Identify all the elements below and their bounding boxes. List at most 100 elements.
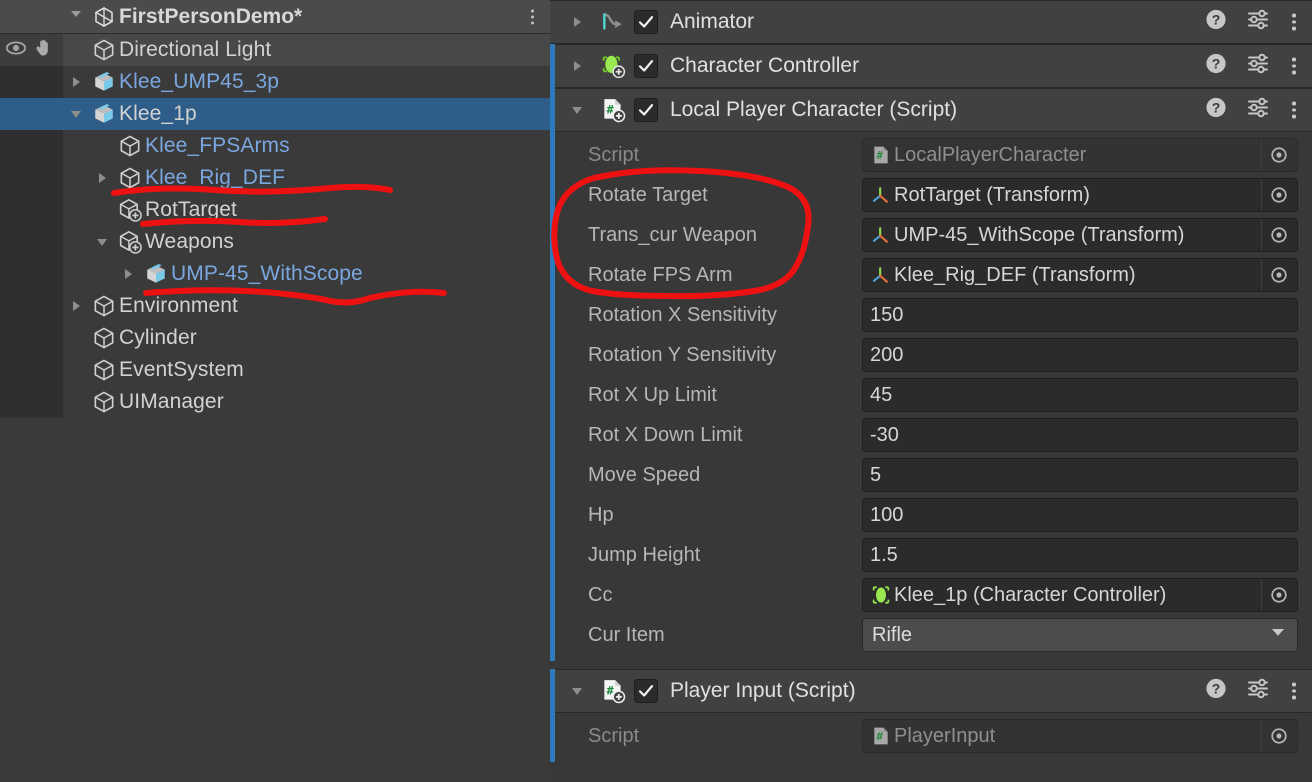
chevron-down-icon[interactable] — [558, 683, 596, 699]
property-label: Move Speed — [588, 463, 701, 486]
component-header-player-input-script[interactable]: # Player Input (Script)? — [550, 669, 1312, 713]
component-title: Animator — [670, 10, 755, 33]
object-picker-icon[interactable] — [1261, 219, 1295, 251]
hierarchy-item-label: UMP-45_WithScope — [171, 262, 363, 285]
preset-icon[interactable] — [1246, 52, 1270, 81]
property-object-field[interactable]: Klee_Rig_DEF (Transform) — [862, 258, 1298, 292]
hierarchy-row-ump-45-withscope[interactable]: UMP-45_WithScope — [0, 258, 550, 290]
kebab-menu-icon[interactable] — [1288, 101, 1300, 119]
prefab-icon — [141, 261, 171, 287]
chevron-right-icon[interactable] — [63, 74, 89, 90]
chevron-right-icon[interactable] — [115, 266, 141, 282]
component-header-character-controller[interactable]: Character Controller? — [550, 44, 1312, 88]
kebab-menu-icon[interactable] — [1288, 57, 1300, 75]
chevron-down-icon[interactable] — [89, 234, 115, 250]
hierarchy-row-uimanager[interactable]: UIManager — [0, 386, 550, 418]
prefab-icon — [89, 101, 119, 127]
gameobject-icon — [89, 293, 119, 319]
chevron-right-icon[interactable] — [558, 14, 596, 30]
hand-icon[interactable] — [32, 36, 56, 65]
component-header-animator[interactable]: Animator? — [550, 0, 1312, 44]
property-row: Rot X Down Limit -30 — [550, 415, 1312, 455]
hierarchy-menu-icon[interactable] — [531, 9, 534, 24]
component-title: Local Player Character (Script) — [670, 98, 958, 121]
property-object-field[interactable]: RotTarget (Transform) — [862, 178, 1298, 212]
property-value-input[interactable]: 200 — [862, 338, 1298, 372]
component-enabled-checkbox[interactable] — [634, 98, 658, 122]
hierarchy-row-weapons[interactable]: Weapons — [0, 226, 550, 258]
help-icon[interactable]: ? — [1204, 8, 1228, 37]
chevron-down-icon[interactable] — [558, 102, 596, 118]
property-row: Move Speed 5 — [550, 455, 1312, 495]
hierarchy-item-label: Klee_1p — [119, 102, 197, 125]
hierarchy-row-cylinder[interactable]: Cylinder — [0, 322, 550, 354]
cs-script-small-icon: # — [870, 726, 892, 746]
property-value-input[interactable]: 100 — [862, 498, 1298, 532]
property-value-input[interactable]: -30 — [862, 418, 1298, 452]
hierarchy-row-klee-fpsarms[interactable]: Klee_FPSArms — [0, 130, 550, 162]
kebab-menu-icon[interactable] — [1288, 682, 1300, 700]
property-value-input[interactable]: 45 — [862, 378, 1298, 412]
hierarchy-row-body: Klee_1p — [63, 98, 550, 130]
property-label: Script — [588, 143, 640, 166]
object-picker-icon[interactable] — [1261, 259, 1295, 291]
property-object-field[interactable]: Klee_1p (Character Controller) — [862, 578, 1298, 612]
component-title: Player Input (Script) — [670, 679, 856, 702]
object-picker-icon[interactable] — [1261, 579, 1295, 611]
chevron-right-icon[interactable] — [63, 298, 89, 314]
property-dropdown[interactable]: Rifle — [862, 618, 1298, 652]
hierarchy-row-klee-1p[interactable]: Klee_1p — [0, 98, 550, 130]
hierarchy-row-gutter — [0, 322, 63, 354]
hierarchy-row-directional-light[interactable]: Directional Light — [0, 34, 550, 66]
hierarchy-row-klee-rig-def[interactable]: Klee_Rig_DEF — [0, 162, 550, 194]
help-icon[interactable]: ? — [1204, 96, 1228, 125]
cs-script-small-icon: # — [870, 145, 892, 165]
component-enabled-checkbox[interactable] — [634, 679, 658, 703]
property-object-field[interactable]: # LocalPlayerCharacter — [862, 138, 1298, 172]
hierarchy-row-klee-ump45-3p[interactable]: Klee_UMP45_3p — [0, 66, 550, 98]
chevron-right-icon[interactable] — [558, 58, 596, 74]
hierarchy-row-environment[interactable]: Environment — [0, 290, 550, 322]
gameobject-icon — [89, 37, 119, 63]
chevron-right-icon[interactable] — [89, 170, 115, 186]
preset-icon[interactable] — [1246, 96, 1270, 125]
component-enabled-checkbox[interactable] — [634, 10, 658, 34]
kebab-menu-icon[interactable] — [1288, 13, 1300, 31]
property-row: Trans_cur Weapon UMP-45_WithScope (Transf… — [550, 215, 1312, 255]
property-value-input[interactable]: 5 — [862, 458, 1298, 492]
property-row: Rotation Y Sensitivity 200 — [550, 335, 1312, 375]
property-object-field[interactable]: UMP-45_WithScope (Transform) — [862, 218, 1298, 252]
chevron-down-icon[interactable] — [63, 106, 89, 122]
help-icon[interactable]: ? — [1204, 52, 1228, 81]
hierarchy-row-body: Klee_FPSArms — [63, 130, 550, 162]
cs-script-icon: # — [596, 97, 630, 123]
gameobject-icon — [115, 133, 145, 159]
object-picker-icon[interactable] — [1261, 720, 1295, 752]
hierarchy-row-rottarget[interactable]: RotTarget — [0, 194, 550, 226]
property-dropdown-value: Rifle — [872, 623, 913, 646]
property-label: Rotation X Sensitivity — [588, 303, 777, 326]
help-icon[interactable]: ? — [1204, 677, 1228, 706]
property-value-input[interactable]: 1.5 — [862, 538, 1298, 572]
svg-text:#: # — [876, 730, 883, 743]
component-enabled-checkbox[interactable] — [634, 54, 658, 78]
preset-icon[interactable] — [1246, 677, 1270, 706]
property-object-field[interactable]: # PlayerInput — [862, 719, 1298, 753]
component-header-local-player-character-script[interactable]: # Local Player Character (Script)? — [550, 88, 1312, 132]
hierarchy-row-gutter — [0, 98, 63, 130]
scene-header-gutter — [0, 0, 63, 33]
svg-text:#: # — [876, 149, 883, 162]
hierarchy-row-gutter — [0, 162, 63, 194]
component-accent-stripe — [550, 132, 555, 661]
property-value: 200 — [870, 343, 904, 366]
object-picker-icon[interactable] — [1261, 139, 1295, 171]
component-accent-stripe — [550, 713, 555, 762]
property-value-input[interactable]: 150 — [862, 298, 1298, 332]
eye-icon[interactable] — [4, 36, 28, 65]
scene-foldout-icon[interactable] — [63, 6, 89, 27]
scene-header-row[interactable]: FirstPersonDemo* — [0, 0, 550, 34]
preset-icon[interactable] — [1246, 8, 1270, 37]
property-label: Cur Item — [588, 623, 665, 646]
hierarchy-row-eventsystem[interactable]: EventSystem — [0, 354, 550, 386]
object-picker-icon[interactable] — [1261, 179, 1295, 211]
